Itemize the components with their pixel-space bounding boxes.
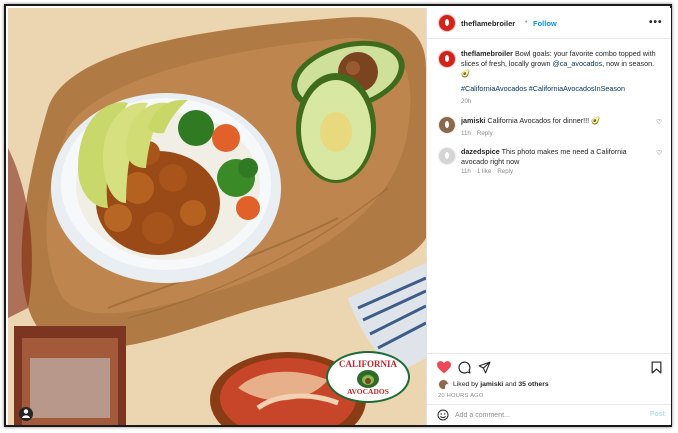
comment-meta: 11h Reply: [461, 130, 499, 137]
comment-text: jamiski California Avocados for dinner!!…: [461, 116, 651, 126]
comment-like-heart-icon[interactable]: ♡: [656, 119, 663, 126]
emoji-icon[interactable]: [437, 409, 449, 421]
add-comment-bar: Post: [427, 404, 671, 426]
comment-avatar[interactable]: [438, 116, 456, 134]
likes-prefix: Liked by: [453, 381, 481, 388]
heart-icon[interactable]: [437, 361, 451, 374]
share-icon[interactable]: [478, 361, 491, 374]
author-avatar[interactable]: [438, 14, 456, 32]
instagram-post-window: CALIFORNIA AVOCADOS theflamebroiler • Fo…: [4, 4, 672, 427]
post-comment-button[interactable]: Post: [650, 411, 665, 418]
comment-time: 11h: [461, 168, 471, 175]
comment-username[interactable]: dazedspice: [461, 147, 500, 156]
post-timestamp: 20 HOURS AGO: [438, 393, 484, 399]
follow-button[interactable]: Follow: [533, 19, 557, 28]
likes-middle: and: [503, 381, 519, 388]
comment-like-heart-icon[interactable]: ♡: [656, 150, 663, 157]
author-username[interactable]: theflamebroiler: [461, 19, 515, 28]
likes-summary: Liked by jamiski and 35 others: [453, 381, 549, 388]
comment-avatar[interactable]: [438, 147, 456, 165]
caption-username[interactable]: theflamebroiler: [461, 49, 513, 58]
caption-body-2: , now in season.: [602, 59, 655, 68]
comment-text: dazedspice This photo makes me need a Ca…: [461, 147, 651, 167]
comment-icon[interactable]: [458, 361, 471, 374]
comment-reply-button[interactable]: Reply: [497, 168, 513, 175]
caption-text: theflamebroiler Bowl goals: your favorit…: [461, 49, 661, 79]
likes-others-link[interactable]: 35 others: [518, 381, 548, 388]
header-separator: •: [525, 19, 528, 26]
logo-line-2: AVOCADOS: [347, 387, 389, 396]
add-comment-input[interactable]: [455, 409, 625, 421]
comment-likes-count[interactable]: 1 like: [477, 168, 491, 175]
liker-avatar[interactable]: [438, 379, 449, 391]
comment-body: California Avocados for dinner!!! 🥑: [487, 116, 601, 125]
post-header: theflamebroiler • Follow •••: [427, 8, 671, 39]
hashtag-links[interactable]: #CaliforniaAvocados #CaliforniaAvocadosI…: [461, 84, 625, 93]
comment-reply-button[interactable]: Reply: [477, 130, 493, 137]
post-actions-bar: [427, 353, 671, 384]
caption-hashtags: #CaliforniaAvocados #CaliforniaAvocadosI…: [461, 84, 666, 94]
caption-mention-link[interactable]: @ca_avocados: [552, 59, 602, 68]
post-side-panel: theflamebroiler • Follow ••• theflamebro…: [426, 8, 671, 425]
caption-avatar[interactable]: [438, 50, 456, 68]
more-options-button[interactable]: •••: [649, 17, 663, 28]
caption-time: 20h: [461, 98, 472, 105]
post-photo[interactable]: CALIFORNIA AVOCADOS: [8, 8, 426, 425]
bookmark-icon[interactable]: [651, 361, 662, 374]
liker-username[interactable]: jamiski: [480, 381, 503, 388]
comment-meta: 11h 1 like Reply: [461, 168, 519, 175]
california-avocados-logo: CALIFORNIA AVOCADOS: [326, 351, 410, 403]
caption-emoji: 🥑: [461, 69, 470, 78]
comment-time: 11h: [461, 130, 471, 137]
comment-username[interactable]: jamiski: [461, 116, 485, 125]
